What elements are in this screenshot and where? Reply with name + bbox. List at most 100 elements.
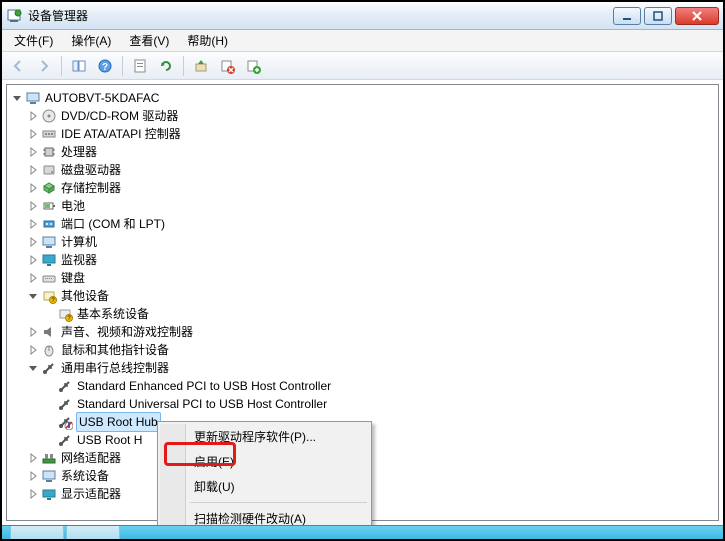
properties-button[interactable] (128, 55, 152, 77)
tree-category[interactable]: 计算机 (9, 233, 718, 251)
uninstall-button[interactable] (215, 55, 239, 77)
computer-icon (41, 234, 57, 250)
menu-file[interactable]: 文件(F) (6, 30, 61, 51)
tree-item-basic-system-device[interactable]: ? 基本系统设备 (9, 305, 718, 323)
cpu-icon (41, 144, 57, 160)
tree-category[interactable]: 监视器 (9, 251, 718, 269)
tree-category[interactable]: 处理器 (9, 143, 718, 161)
tree-label: 鼠标和其他指针设备 (61, 341, 169, 359)
tree-category-other-devices[interactable]: ? 其他设备 (9, 287, 718, 305)
enable-button[interactable] (241, 55, 265, 77)
tree-label: Standard Universal PCI to USB Host Contr… (77, 395, 327, 413)
tree-label: 通用串行总线控制器 (61, 359, 169, 377)
disk-icon (41, 162, 57, 178)
tree-category[interactable]: 键盘 (9, 269, 718, 287)
menu-help[interactable]: 帮助(H) (179, 30, 236, 51)
expand-icon[interactable] (25, 219, 41, 229)
tree-label: 其他设备 (61, 287, 109, 305)
tree-label: 系统设备 (61, 467, 109, 485)
tree-label: 网络适配器 (61, 449, 121, 467)
nav-forward-button[interactable] (32, 55, 56, 77)
tree-label: 显示适配器 (61, 485, 121, 503)
nav-back-button[interactable] (6, 55, 30, 77)
expand-icon[interactable] (25, 201, 41, 211)
tree-category-sound[interactable]: 声音、视频和游戏控制器 (9, 323, 718, 341)
expand-icon[interactable] (25, 471, 41, 481)
mouse-icon (41, 342, 57, 358)
expand-icon[interactable] (25, 345, 41, 355)
tree-label: 监视器 (61, 251, 97, 269)
tree-category[interactable]: 存储控制器 (9, 179, 718, 197)
ctx-update-driver[interactable]: 更新驱动程序软件(P)... (160, 424, 369, 449)
svg-text:?: ? (102, 62, 108, 73)
refresh-button[interactable] (154, 55, 178, 77)
taskbar-strip (2, 525, 723, 539)
collapse-icon[interactable] (9, 93, 25, 103)
tree-item-usb-device[interactable]: Standard Enhanced PCI to USB Host Contro… (9, 377, 718, 395)
storage-icon (41, 180, 57, 196)
expand-icon[interactable] (25, 327, 41, 337)
menu-action[interactable]: 操作(A) (63, 30, 119, 51)
usb-device-icon (57, 378, 73, 394)
battery-icon (41, 198, 57, 214)
show-hide-tree-button[interactable] (67, 55, 91, 77)
expand-icon[interactable] (25, 237, 41, 247)
tree-item-usb-device[interactable]: Standard Universal PCI to USB Host Contr… (9, 395, 718, 413)
network-icon (41, 450, 57, 466)
app-icon (6, 8, 22, 24)
other-devices-icon: ? (41, 288, 57, 304)
tree-label: 电池 (61, 197, 85, 215)
expand-icon[interactable] (25, 129, 41, 139)
expand-icon[interactable] (25, 165, 41, 175)
usb-device-icon (57, 414, 73, 430)
tree-category[interactable]: DVD/CD-ROM 驱动器 (9, 107, 718, 125)
tree-label: DVD/CD-ROM 驱动器 (61, 107, 178, 125)
context-menu-separator (190, 502, 367, 503)
tree-label: 磁盘驱动器 (61, 161, 121, 179)
expand-icon[interactable] (25, 147, 41, 157)
tree-category[interactable]: 磁盘驱动器 (9, 161, 718, 179)
collapse-icon[interactable] (25, 291, 41, 301)
expand-icon[interactable] (25, 273, 41, 283)
expand-icon[interactable] (25, 111, 41, 121)
keyboard-icon (41, 270, 57, 286)
expand-icon[interactable] (25, 255, 41, 265)
disc-icon (41, 108, 57, 124)
menu-view[interactable]: 查看(V) (121, 30, 177, 51)
unknown-device-icon: ? (57, 306, 73, 322)
collapse-icon[interactable] (25, 363, 41, 373)
minimize-button[interactable] (613, 7, 641, 25)
tree-label: 存储控制器 (61, 179, 121, 197)
tree-label: IDE ATA/ATAPI 控制器 (61, 125, 181, 143)
tree-category[interactable]: IDE ATA/ATAPI 控制器 (9, 125, 718, 143)
tree-root-label: AUTOBVT-5KDAFAC (45, 89, 159, 107)
toolbar-separator (61, 56, 62, 76)
expand-icon[interactable] (25, 183, 41, 193)
tree-root[interactable]: AUTOBVT-5KDAFAC (9, 89, 718, 107)
tree-category-usb[interactable]: 通用串行总线控制器 (9, 359, 718, 377)
tree-label: 键盘 (61, 269, 85, 287)
ctx-enable[interactable]: 启用(E) (160, 449, 369, 474)
close-button[interactable] (675, 7, 719, 25)
toolbar-separator (122, 56, 123, 76)
tree-label: 处理器 (61, 143, 97, 161)
tree-label: 基本系统设备 (77, 305, 149, 323)
menubar: 文件(F) 操作(A) 查看(V) 帮助(H) (2, 30, 723, 52)
tree-label: 计算机 (61, 233, 97, 251)
toolbar-separator (183, 56, 184, 76)
maximize-button[interactable] (644, 7, 672, 25)
ctx-uninstall[interactable]: 卸载(U) (160, 474, 369, 499)
system-icon (41, 468, 57, 484)
tree-category[interactable]: 电池 (9, 197, 718, 215)
port-icon (41, 216, 57, 232)
computer-icon (25, 90, 41, 106)
tree-category-mouse[interactable]: 鼠标和其他指针设备 (9, 341, 718, 359)
expand-icon[interactable] (25, 489, 41, 499)
expand-icon[interactable] (25, 453, 41, 463)
usb-device-icon (57, 396, 73, 412)
tree-category[interactable]: 端口 (COM 和 LPT) (9, 215, 718, 233)
speaker-icon (41, 324, 57, 340)
monitor-icon (41, 252, 57, 268)
help-button[interactable]: ? (93, 55, 117, 77)
update-driver-button[interactable] (189, 55, 213, 77)
